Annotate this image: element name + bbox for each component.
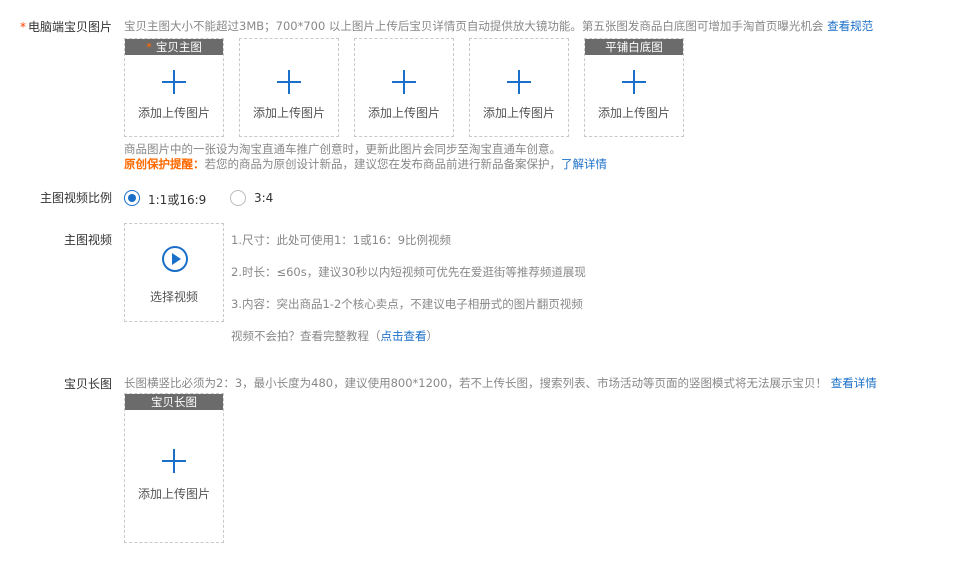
plus-icon [162, 70, 186, 94]
video-ratio-label: 主图视频比例 [39, 191, 112, 205]
video-guideline-1: 1.尺寸：此处可使用1：1或16：9比例视频 [231, 233, 452, 247]
main-image-tag-text: 宝贝主图 [155, 40, 202, 54]
original-protection-notice: 原创保护提醒：若您的商品为原创设计新品，建议您在发布商品前进行新品备案保护，了解… [124, 156, 607, 172]
through-train-note: 商品图片中的一张设为淘宝直通车推广创意时，更新此图片会同步至淘宝直通车创意。 [124, 142, 561, 156]
protection-text: 若您的商品为原创设计新品，建议您在发布商品前进行新品备案保护， [204, 157, 562, 171]
play-icon [162, 246, 188, 272]
main-image-slot-4[interactable]: 添加上传图片 [469, 38, 569, 137]
ratio-radio-3-4[interactable] [230, 190, 246, 206]
main-images-label: * 电脑端宝贝图片 [20, 18, 112, 35]
plus-icon [277, 70, 301, 94]
video-tutorial-line: 视频不会拍？查看完整教程（点击查看） [231, 328, 438, 344]
plus-icon [622, 70, 646, 94]
long-image-label: 宝贝长图 [63, 377, 112, 391]
upload-caption: 添加上传图片 [252, 106, 325, 120]
white-background-tag: 平铺白底图 [585, 39, 683, 55]
main-images-hint: 宝贝主图大小不能超过3MB；700*700 以上图片上传后宝贝详情页自动提供放大… [124, 18, 873, 34]
main-video-label: 主图视频 [63, 233, 112, 247]
upload-caption: 添加上传图片 [482, 106, 555, 120]
view-tutorial-link[interactable]: 点击查看 [381, 329, 427, 343]
tutorial-prefix: 视频不会拍？查看完整教程（ [231, 329, 381, 343]
video-guideline-3: 3.内容：突出商品1-2个核心卖点，不建议电子相册式的图片翻页视频 [231, 297, 583, 311]
view-spec-link[interactable]: 查看规范 [827, 19, 873, 33]
video-guideline-2: 2.时长：≤60s，建议30秒以内短视频可优先在爱逛街等推荐频道展现 [231, 265, 586, 279]
required-mark: * [19, 20, 26, 34]
select-video-button[interactable]: 选择视频 [124, 223, 224, 322]
main-image-tag: * 宝贝主图 [125, 39, 223, 55]
select-video-caption: 选择视频 [149, 290, 198, 304]
upload-caption: 添加上传图片 [597, 106, 670, 120]
plus-icon [507, 70, 531, 94]
upload-caption: 添加上传图片 [367, 106, 440, 120]
ratio-radio-1-1-16-9[interactable] [124, 190, 140, 206]
main-image-slot-2[interactable]: 添加上传图片 [239, 38, 339, 137]
long-image-slot[interactable]: 宝贝长图 添加上传图片 [124, 393, 224, 543]
upload-caption: 添加上传图片 [137, 487, 210, 501]
required-star: * [146, 40, 152, 54]
tutorial-suffix: ） [426, 329, 439, 343]
view-details-link[interactable]: 查看详情 [831, 376, 877, 390]
learn-more-link[interactable]: 了解详情 [561, 157, 607, 171]
plus-icon [392, 70, 416, 94]
main-images-label-text: 电脑端宝贝图片 [27, 20, 112, 34]
protection-title: 原创保护提醒： [124, 157, 205, 171]
plus-icon [162, 449, 186, 473]
long-image-hint-text: 长图横竖比必须为2：3，最小长度为480，建议使用800*1200，若不上传长图… [124, 376, 828, 390]
long-image-hint: 长图横竖比必须为2：3，最小长度为480，建议使用800*1200，若不上传长图… [124, 375, 877, 391]
main-images-hint-text: 宝贝主图大小不能超过3MB；700*700 以上图片上传后宝贝详情页自动提供放大… [124, 19, 824, 33]
main-image-slot-3[interactable]: 添加上传图片 [354, 38, 454, 137]
upload-caption: 添加上传图片 [137, 106, 210, 120]
main-image-slot-1[interactable]: * 宝贝主图 添加上传图片 [124, 38, 224, 137]
white-background-image-slot[interactable]: 平铺白底图 添加上传图片 [584, 38, 684, 137]
ratio-option-label-1: 1:1或16:9 [148, 193, 207, 207]
long-image-tag: 宝贝长图 [125, 394, 223, 410]
ratio-option-label-2: 3:4 [254, 191, 274, 205]
